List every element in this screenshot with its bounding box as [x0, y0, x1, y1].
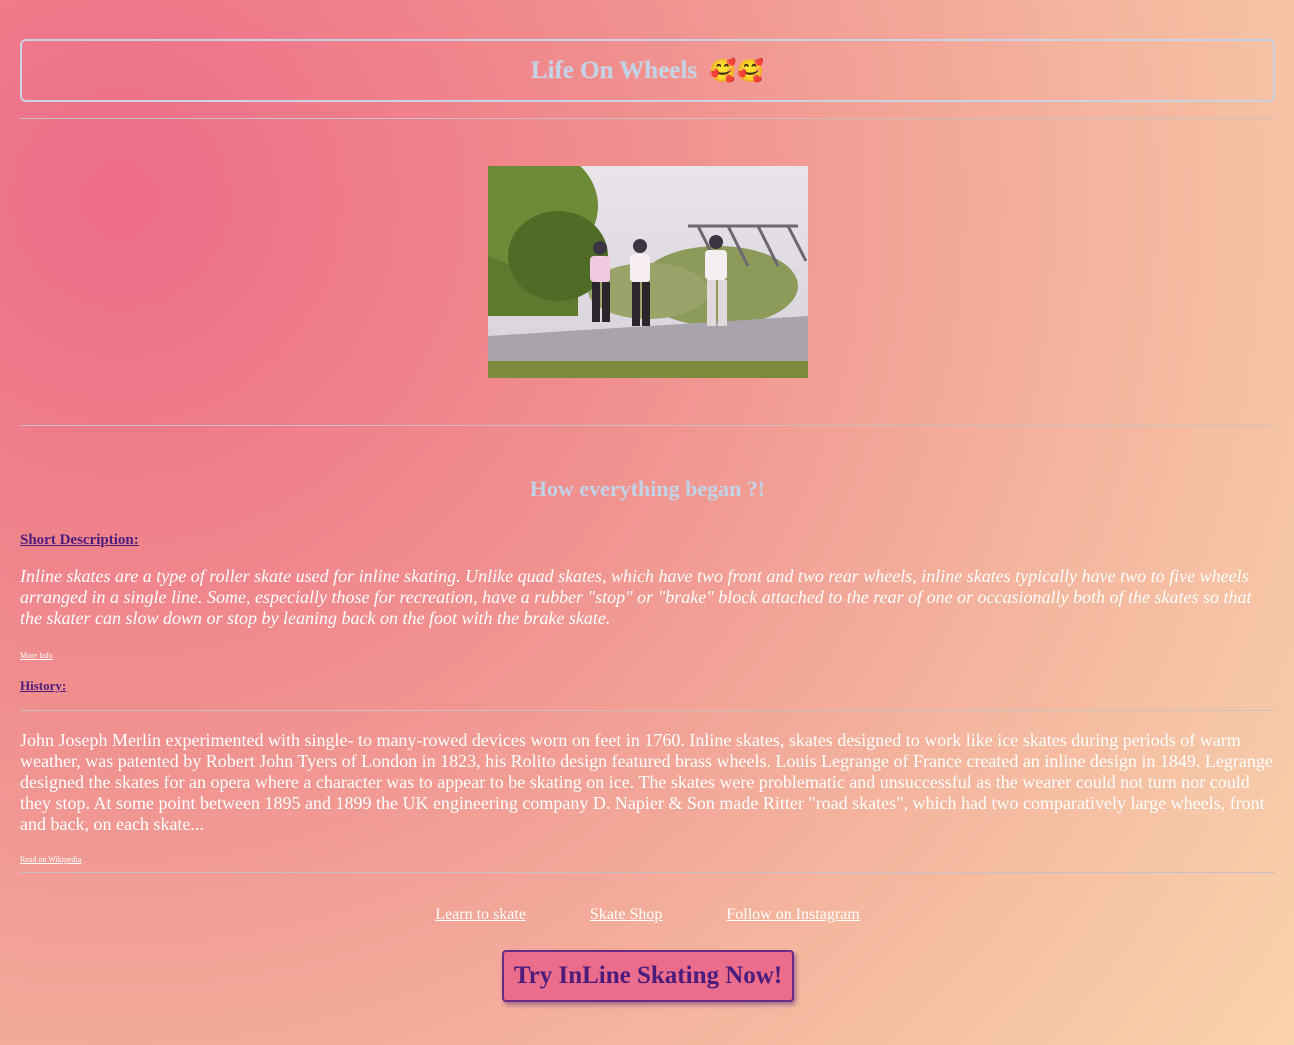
hero-skating-photo [488, 166, 808, 378]
divider [20, 872, 1275, 873]
try-inline-skating-button[interactable]: Try InLine Skating Now! [502, 950, 794, 1002]
history-heading-link[interactable]: History: [20, 678, 66, 694]
title-box: Life On Wheels 🥰🥰 [20, 39, 1275, 102]
nav-skate-shop-link[interactable]: Skate Shop [590, 906, 662, 924]
footer-nav: Learn to skate Skate Shop Follow on Inst… [20, 906, 1275, 924]
history-text: John Joseph Merlin experimented with sin… [20, 730, 1273, 834]
page-title: Life On Wheels 🥰🥰 [531, 57, 764, 85]
nav-learn-to-skate-link[interactable]: Learn to skate [435, 906, 526, 924]
more-info-link[interactable]: More Info [20, 651, 53, 660]
nav-follow-instagram-link[interactable]: Follow on Instagram [726, 906, 859, 924]
section-title: How everything began ?! [529, 476, 766, 501]
divider [20, 710, 1275, 711]
short-description-heading-link[interactable]: Short Description: [20, 532, 139, 549]
page-title-text: Life On Wheels [530, 56, 698, 84]
divider [20, 118, 1275, 119]
read-on-wikipedia-link[interactable]: Read on Wikipedia [20, 855, 81, 864]
emoji-icon: 🥰🥰 [709, 57, 765, 83]
divider [20, 425, 1275, 426]
short-description-text: Inline skates are a type of roller skate… [20, 566, 1252, 628]
